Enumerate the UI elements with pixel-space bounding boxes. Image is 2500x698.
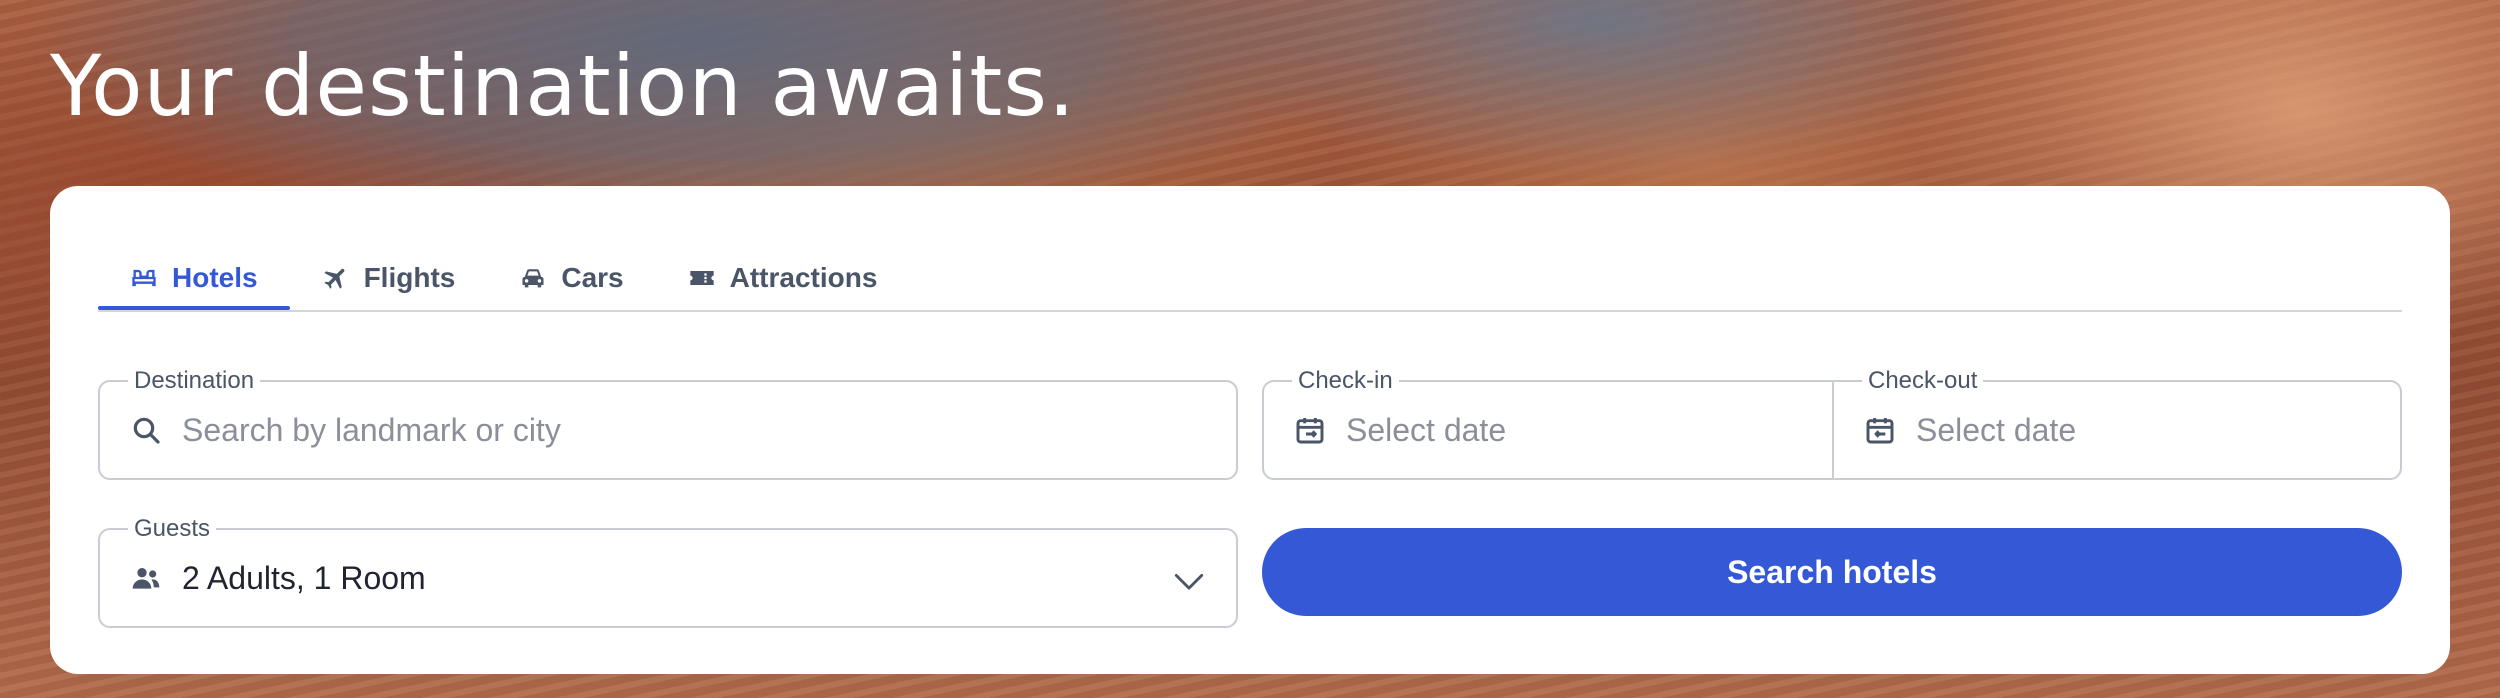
guests-value: 2 Adults, 1 Room	[182, 559, 426, 596]
checkout-input[interactable]: Select date	[1916, 412, 2076, 449]
checkin-input[interactable]: Select date	[1346, 412, 1506, 449]
search-icon	[133, 417, 160, 444]
checkin-field[interactable]: Check-in Select date	[1264, 368, 1832, 478]
car-icon	[522, 269, 544, 288]
checkout-field[interactable]: Check-out Select date	[1834, 368, 2402, 478]
destination-field[interactable]: Destination Search by landmark or city	[98, 368, 1238, 480]
destination-input[interactable]: Search by landmark or city	[182, 412, 561, 449]
tab-attractions[interactable]: Attractions	[656, 248, 910, 308]
tab-attractions-label: Attractions	[729, 262, 878, 293]
product-tabs: Hotels Flights Cars Attractions	[98, 248, 2402, 312]
calendar-checkout-icon	[1866, 418, 1894, 444]
hero-title: Your destination awaits.	[50, 37, 1076, 135]
search-card: Hotels Flights Cars Attractions Destinat…	[50, 186, 2450, 674]
ticket-icon	[689, 271, 714, 285]
tab-flights-label: Flights	[363, 262, 456, 293]
tab-cars-label: Cars	[561, 262, 624, 293]
tab-cars[interactable]: Cars	[487, 248, 655, 308]
tab-hotels[interactable]: Hotels	[98, 248, 290, 310]
airplane-icon	[324, 268, 344, 289]
people-icon	[132, 568, 160, 589]
date-range-field: Check-in Select date Check-out Select da…	[1262, 368, 2402, 480]
bed-icon	[132, 269, 156, 287]
chevron-down-icon[interactable]	[1172, 564, 1206, 598]
tab-flights[interactable]: Flights	[290, 248, 488, 308]
guests-select[interactable]: Guests 2 Adults, 1 Room	[98, 516, 1238, 628]
calendar-checkin-icon	[1296, 418, 1324, 444]
search-hotels-button[interactable]: Search hotels	[1262, 528, 2402, 616]
tab-hotels-label: Hotels	[172, 262, 258, 293]
